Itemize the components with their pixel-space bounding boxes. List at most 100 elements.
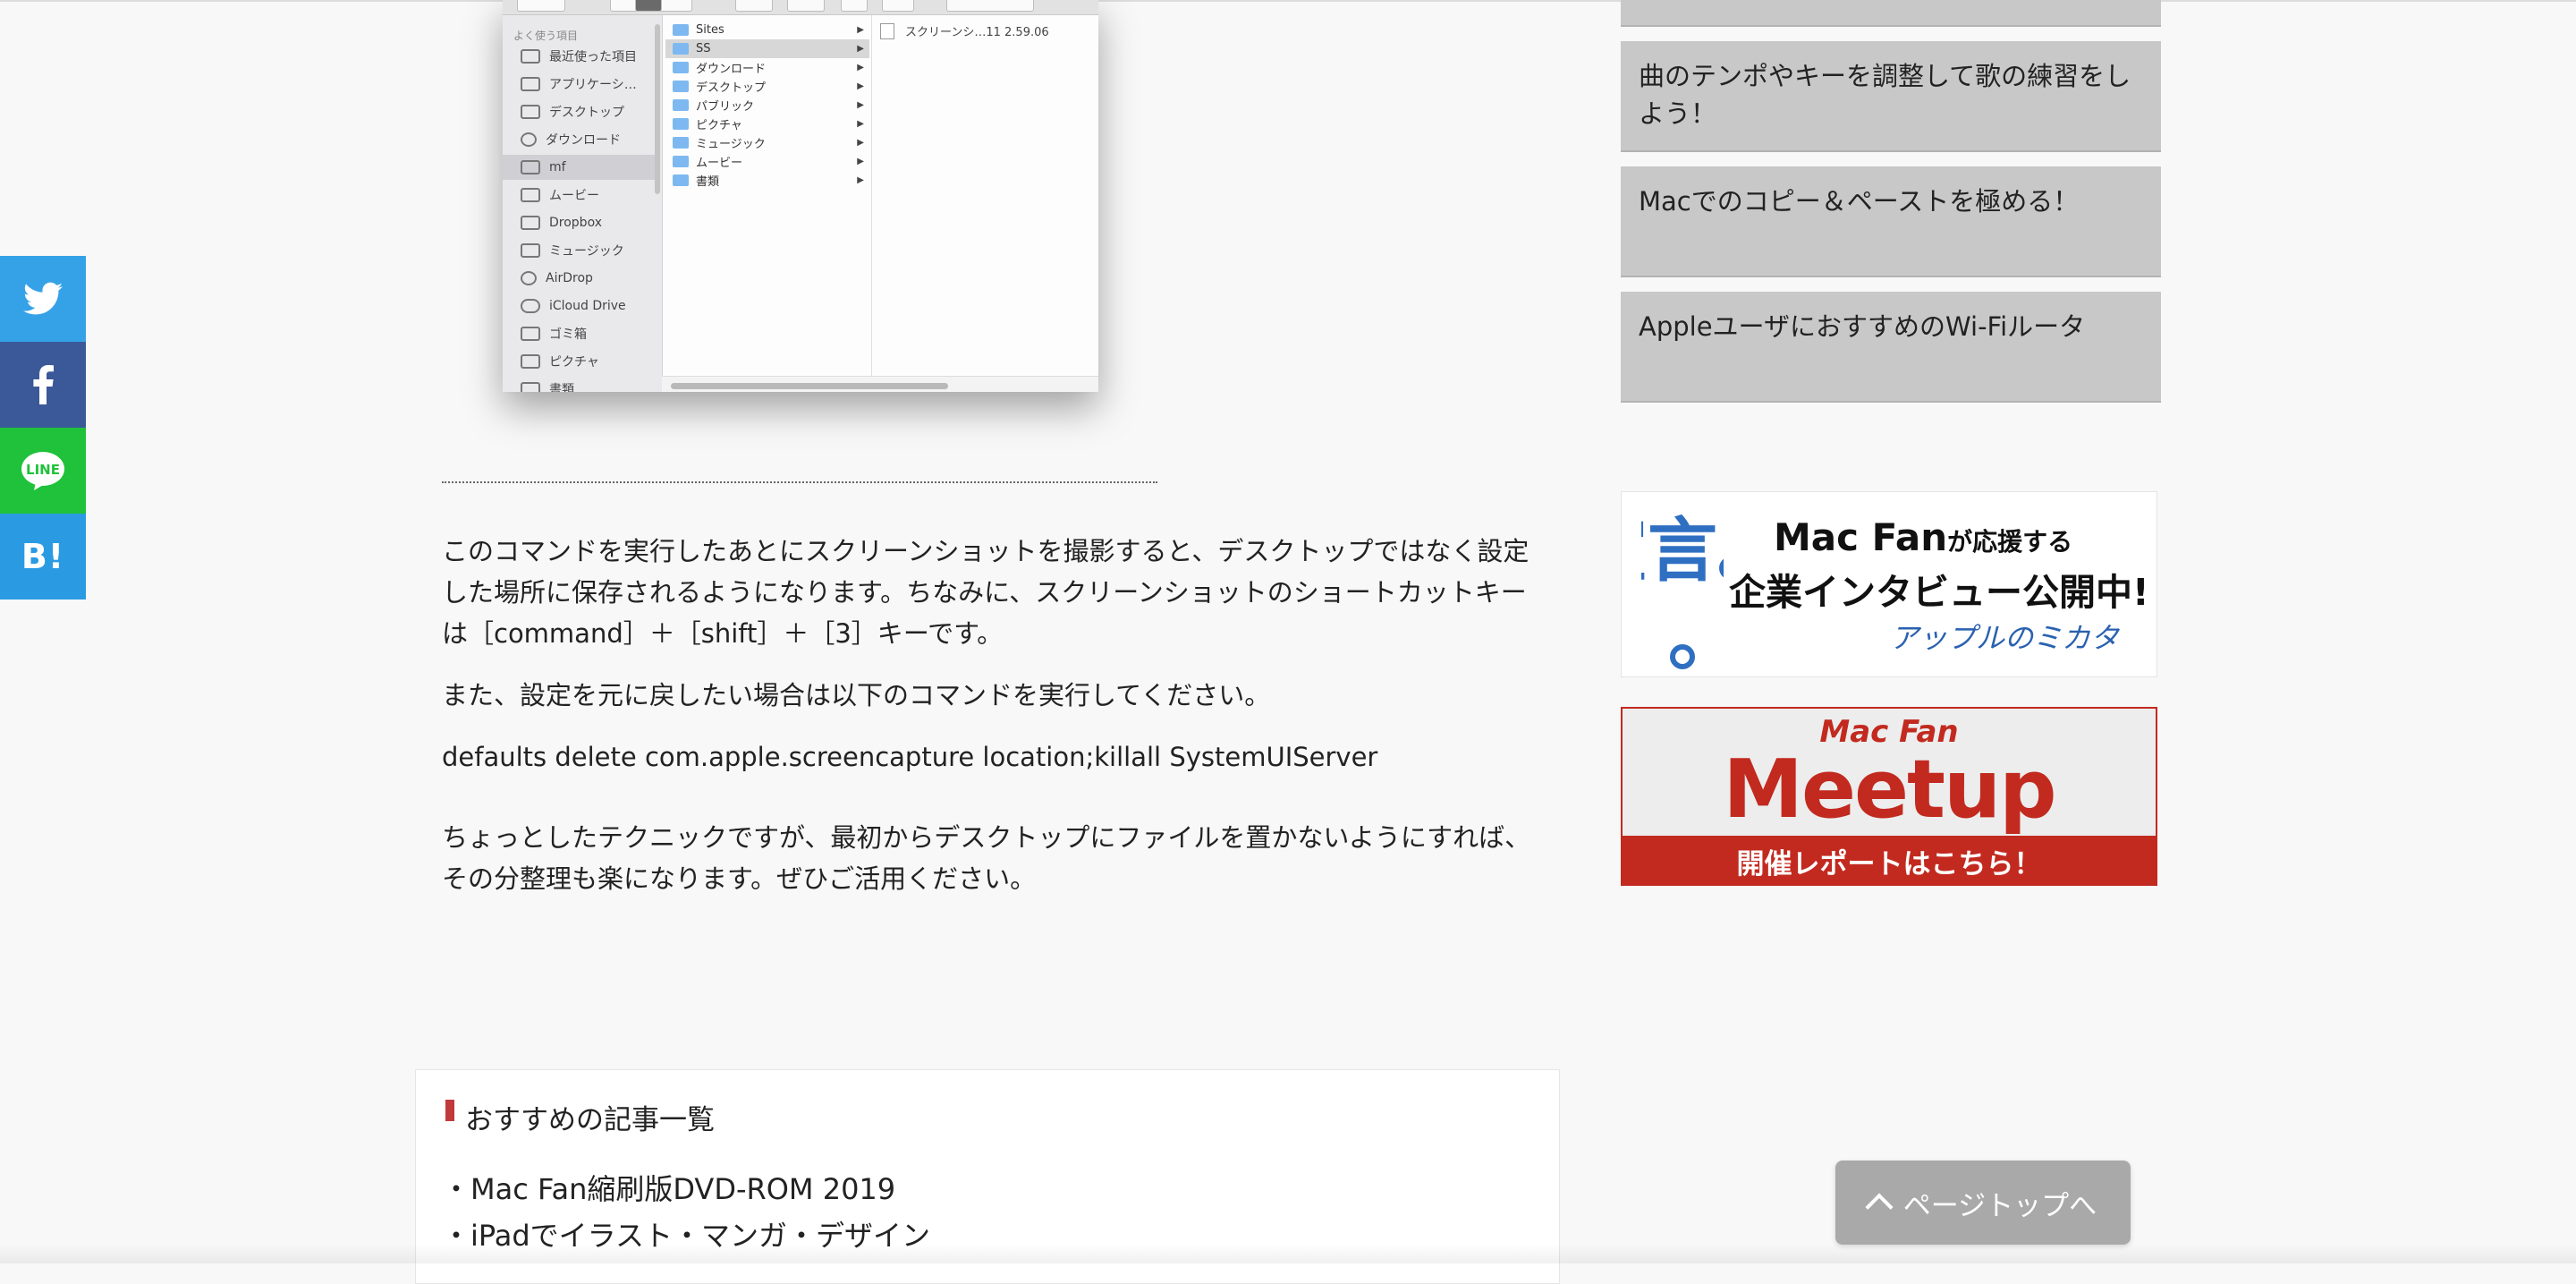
music-icon [521,243,540,258]
finder-arrange-button [735,0,773,12]
finder-column-folders: Sites ▶ SS ▶ ダウンロード ▶ デスクトップ ▶ パブリック ▶ ピクチャ ▶ … [665,15,872,378]
home-icon [521,160,540,174]
finder-folder-row: Sites ▶ [665,21,869,39]
folder-icon [673,81,689,92]
finder-folder-row: ピクチャ ▶ [665,115,869,133]
company-interview-banner[interactable]: 宣言。 Mac Fanが応援する 企業インタビュー公開中! アップルのミカタ [1621,491,2157,677]
folder-icon [673,118,689,130]
section-marker [445,1100,454,1121]
twitter-share-button[interactable] [0,256,86,342]
finder-sidebar: よく使う項目 最近使った項目 アプリケーシ… デスクトップ ダウンロード mf … [503,15,663,392]
chevron-right-icon: ▶ [857,175,864,185]
folder-icon [673,99,689,111]
recommended-article-link[interactable]: ・Mac Fan縮刷版DVD-ROM 2019 [442,1167,895,1208]
finder-tag-button [882,0,914,12]
meetup-report-banner[interactable]: Mac Fan Meetup 開催レポートはこちら！ [1621,707,2157,886]
finder-folder-row: パブリック ▶ [665,96,869,115]
chevron-right-icon: ▶ [857,81,864,91]
sidebar-article-title: Macでのコピー＆ペーストを極める！ [1639,186,2080,217]
svg-text:宣言。: 宣言。 [1641,511,1724,591]
finder-folder-row: SS ▶ [665,39,869,58]
sidebar-article-title: 曲のテンポやキーを調整して歌の練習をしよう！ [1639,61,2131,129]
svg-text:LINE: LINE [26,462,60,478]
facebook-f-icon [33,365,54,404]
apple-no-mikata-logo: アップルのミカタ [1890,621,2120,655]
folder-icon [673,137,689,149]
dotted-divider [442,481,1157,483]
finder-folder-row: 書類 ▶ [665,171,869,190]
meetup-logo-text: Meetup [1723,743,2056,837]
folder-icon [673,156,689,167]
line-icon: LINE [21,452,64,490]
finder-sidebar-item: デスクトップ [503,99,655,124]
sidebar-article-card[interactable] [1621,0,2161,27]
pictures-icon [521,354,540,369]
desktop-icon [521,105,540,119]
finder-folder-row: ムービー ▶ [665,152,869,171]
sidebar-article-card[interactable]: 曲のテンポやキーを調整して歌の練習をしよう！ [1621,41,2161,152]
meetup-report-label: 開催レポートはこちら！ [1623,836,2156,884]
finder-screenshot-image: よく使う項目 最近使った項目 アプリケーシ… デスクトップ ダウンロード mf … [503,0,1098,392]
downloads-icon [521,132,537,147]
chevron-right-icon: ▶ [857,63,864,72]
chevron-right-icon: ▶ [857,25,864,35]
finder-search-field [946,0,1034,12]
folder-icon [673,24,689,36]
documents-icon [521,382,540,392]
finder-folder-row: ダウンロード ▶ [665,58,869,77]
chevron-right-icon: ▶ [857,100,864,110]
sidebar-article-title: AppleユーザにおすすめのWi-Fiルータ [1639,311,2086,342]
chevron-right-icon: ▶ [857,157,864,166]
finder-sidebar-item: ゴミ箱 [503,321,655,346]
finder-folder-row: デスクトップ ▶ [665,77,869,96]
sengen-logo: 宣言。 [1641,511,1724,669]
finder-sidebar-item: ムービー [503,183,655,208]
page-top-button[interactable]: ページトップへ [1835,1161,2131,1245]
sidebar-article-card[interactable]: Macでのコピー＆ペーストを極める！ [1621,166,2161,277]
finder-action-button [787,0,825,12]
finder-share-button [841,0,868,12]
movies-icon [521,188,540,202]
hatena-bookmark-button[interactable]: B! [0,514,86,599]
hatena-b-icon: B! [21,537,65,576]
finder-sidebar-item: 書類 [503,377,655,392]
finder-back-forward [517,0,565,12]
twitter-bird-icon [23,282,63,315]
folder-icon [673,174,689,186]
finder-sidebar-item: ミュージック [503,238,655,263]
article-command-text: defaults delete com.apple.screencapture … [442,742,1378,772]
sidebar-article-card[interactable]: AppleユーザにおすすめのWi-Fiルータ [1621,292,2161,403]
applications-icon [521,77,540,91]
cloud-icon [521,299,540,313]
finder-sidebar-item: iCloud Drive [503,293,655,319]
chevron-right-icon: ▶ [857,44,864,54]
article-paragraph: このコマンドを実行したあとにスクリーンショットを撮影すると、デスクトップではなく… [442,536,1530,649]
finder-horizontal-scrollbar [671,383,948,389]
finder-sidebar-item: mf [503,155,655,180]
folder-icon [673,62,689,73]
finder-toolbar [503,0,1098,15]
chevron-right-icon: ▶ [857,119,864,129]
finder-sidebar-item: AirDrop [503,266,655,291]
finder-sidebar-scrollbar [655,24,660,194]
finder-sidebar-heading: よく使う項目 [513,30,579,42]
article-paragraph: また、設定を元に戻したい場合は以下のコマンドを実行してください。 [442,680,1271,710]
finder-sidebar-item: Dropbox [503,210,655,235]
finder-sidebar-item: ダウンロード [503,127,655,152]
folder-icon [521,216,540,230]
recommended-articles-title: おすすめの記事一覧 [465,1104,715,1136]
finder-file-row: スクリーンシ…11 2.59.06 [880,22,1049,39]
finder-column-files: スクリーンシ…11 2.59.06 [873,15,1098,378]
trash-icon [521,327,540,341]
article-paragraph: ちょっとしたテクニックですが、最初からデスクトップにファイルを置かないようにすれ… [442,822,1531,894]
recents-icon [521,49,540,64]
finder-sidebar-item: アプリケーシ… [503,72,655,97]
finder-folder-row: ミュージック ▶ [665,133,869,152]
bottom-shade [0,1244,2576,1263]
line-share-button[interactable]: LINE [0,428,86,514]
facebook-share-button[interactable] [0,342,86,428]
finder-sidebar-item: ピクチャ [503,349,655,374]
folder-icon [673,43,689,55]
top-divider [0,0,2576,2]
chevron-up-icon [1865,1193,1894,1221]
